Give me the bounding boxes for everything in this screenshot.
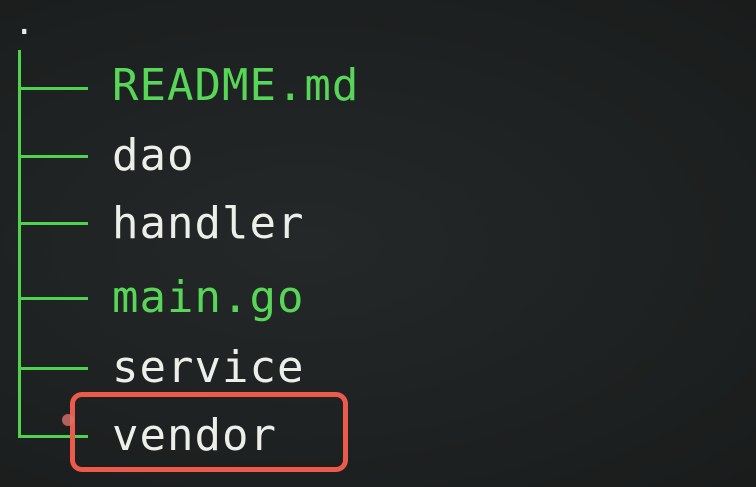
tree-branch-dao — [18, 155, 88, 158]
tree-entry-service[interactable]: service — [112, 340, 304, 396]
vendor-highlight-box — [70, 392, 348, 472]
pointer-cursor-icon — [62, 414, 74, 426]
tree-trunk-line — [18, 50, 21, 438]
tree-branch-service — [18, 367, 88, 370]
terminal-screen: . README.md dao handler main.go service … — [0, 0, 756, 487]
tree-entry-main-go[interactable]: main.go — [112, 270, 304, 326]
tree-branch-readme — [18, 87, 88, 90]
tree-branch-main — [18, 297, 88, 300]
tree-entry-handler[interactable]: handler — [112, 196, 304, 252]
tree-branch-handler — [18, 222, 88, 225]
tree-entry-dao[interactable]: dao — [112, 128, 194, 184]
tree-root: . — [14, 3, 35, 43]
tree-entry-readme[interactable]: README.md — [112, 58, 359, 114]
